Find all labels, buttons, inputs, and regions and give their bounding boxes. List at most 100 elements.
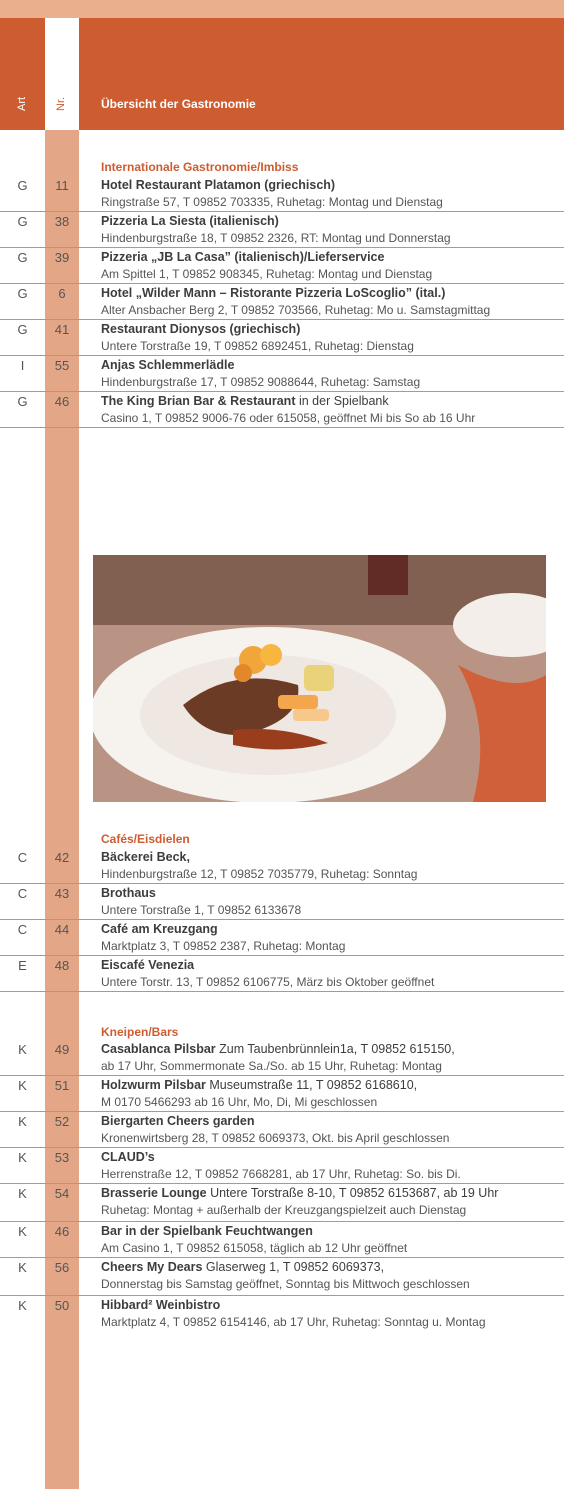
row-title-name: Bäckerei Beck, (101, 850, 190, 864)
row-divider (0, 427, 564, 428)
row-title: CLAUD’s (101, 1150, 155, 1164)
row-art: C (17, 886, 28, 901)
list-item: K 52 Biergarten Cheers garden Kronenwirt… (0, 1112, 564, 1148)
row-art: K (18, 1042, 27, 1057)
row-nr: 43 (54, 886, 70, 901)
row-art: G (17, 394, 28, 409)
row-nr: 52 (54, 1114, 70, 1129)
row-art: K (18, 1150, 27, 1165)
row-art: C (17, 850, 28, 865)
row-nr: 11 (55, 178, 69, 193)
row-detail: Am Casino 1, T 09852 615058, täglich ab … (101, 1241, 408, 1255)
row-nr: 44 (54, 922, 70, 937)
top-bar (0, 0, 564, 18)
row-title: Hotel Restaurant Platamon (griechisch) (101, 178, 335, 192)
list-item: G 11 Hotel Restaurant Platamon (griechis… (0, 176, 564, 212)
row-nr: 38 (54, 214, 70, 229)
row-title: Biergarten Cheers garden (101, 1114, 255, 1128)
row-detail: Kronenwirtsberg 28, T 09852 6069373, Okt… (101, 1131, 450, 1145)
row-title-name: Holzwurm Pilsbar (101, 1078, 206, 1092)
row-title-name: Hotel Restaurant Platamon (griechisch) (101, 178, 336, 192)
list-item: G 38 Pizzeria La Siesta (italienisch) Hi… (0, 212, 564, 248)
section-title-cafes: Cafés/Eisdielen (101, 832, 190, 846)
section-title-kneipen: Kneipen/Bars (101, 1025, 179, 1039)
row-detail: ab 17 Uhr, Sommermonate Sa./So. ab 15 Uh… (101, 1059, 442, 1073)
row-nr: 56 (54, 1260, 70, 1275)
row-title-extra: Untere Torstraße 8-10, T 09852 6153687, … (206, 1186, 499, 1200)
row-art: G (17, 214, 28, 229)
row-nr: 6 (58, 286, 66, 301)
row-title: Hotel „Wilder Mann – Ristorante Pizzeria… (101, 286, 445, 300)
food-photo (93, 555, 546, 802)
list-item: K 50 Hibbard² Weinbistro Marktplatz 4, T… (0, 1296, 564, 1334)
row-title-name: The King Brian Bar & Restaurant (101, 394, 296, 408)
row-art: K (18, 1078, 27, 1093)
row-title: Holzwurm Pilsbar Museumstraße 11, T 0985… (101, 1078, 417, 1092)
row-title: The King Brian Bar & Restaurant in der S… (101, 394, 389, 408)
list-item: E 48 Eiscafé Venezia Untere Torstr. 13, … (0, 956, 564, 992)
list-item: G 6 Hotel „Wilder Mann – Ristorante Pizz… (0, 284, 564, 320)
row-title-extra: Museumstraße 11, T 09852 6168610, (205, 1078, 418, 1092)
row-title-extra: Glaserweg 1, T 09852 6069373, (202, 1260, 385, 1274)
row-title: Eiscafé Venezia (101, 958, 194, 972)
list-item: C 42 Bäckerei Beck, Hindenburgstraße 12,… (0, 848, 564, 884)
row-detail: Hindenburgstraße 12, T 09852 7035779, Ru… (101, 867, 418, 881)
list-item: G 46 The King Brian Bar & Restaurant in … (0, 392, 564, 428)
row-divider (0, 991, 564, 992)
row-title-name: Casablanca Pilsbar (101, 1042, 216, 1056)
row-art: I (20, 358, 25, 373)
list-item: K 56 Cheers My Dears Glaserweg 1, T 0985… (0, 1258, 564, 1296)
row-nr: 54 (54, 1186, 70, 1201)
row-detail: Hindenburgstraße 18, T 09852 2326, RT: M… (101, 231, 451, 245)
row-title: Brasserie Lounge Untere Torstraße 8-10, … (101, 1186, 498, 1200)
row-detail: Ruhetag: Montag + außerhalb der Kreuzgan… (101, 1203, 467, 1217)
section-title-international: Internationale Gastronomie/Imbiss (101, 160, 299, 174)
row-detail: Herrenstraße 12, T 09852 7668281, ab 17 … (101, 1167, 461, 1181)
row-nr: 50 (54, 1298, 70, 1313)
row-art: K (18, 1186, 27, 1201)
row-art: K (18, 1298, 27, 1313)
column-label-art: Art (16, 96, 28, 111)
row-title-name: Restaurant Dionysos (griechisch) (101, 322, 301, 336)
list-item: C 43 Brothaus Untere Torstraße 1, T 0985… (0, 884, 564, 920)
row-art: G (17, 178, 28, 193)
list-item: G 39 Pizzeria „JB La Casa” (italienisch)… (0, 248, 564, 284)
header-band (0, 18, 564, 130)
row-title-name: Pizzeria La Siesta (italienisch) (101, 214, 279, 228)
row-title-name: Hotel „Wilder Mann – Ristorante Pizzeria… (101, 286, 446, 300)
row-art: G (17, 250, 28, 265)
row-title: Brothaus (101, 886, 156, 900)
row-title: Pizzeria La Siesta (italienisch) (101, 214, 279, 228)
list-item: K 54 Brasserie Lounge Untere Torstraße 8… (0, 1184, 564, 1222)
row-title: Hibbard² Weinbistro (101, 1298, 220, 1312)
row-art: G (17, 322, 28, 337)
row-title: Bar in der Spielbank Feuchtwangen (101, 1224, 313, 1238)
row-title-name: Café am Kreuzgang (101, 922, 218, 936)
row-art: G (17, 286, 28, 301)
row-art: K (18, 1114, 27, 1129)
row-detail: Ringstraße 57, T 09852 703335, Ruhetag: … (101, 195, 443, 209)
row-detail: Am Spittel 1, T 09852 908345, Ruhetag: M… (101, 267, 433, 281)
page-title: Übersicht der Gastronomie (101, 97, 256, 111)
row-detail: Donnerstag bis Samstag geöffnet, Sonntag… (101, 1277, 470, 1291)
row-nr: 51 (54, 1078, 70, 1093)
row-nr: 53 (54, 1150, 70, 1165)
row-detail: Marktplatz 3, T 09852 2387, Ruhetag: Mon… (101, 939, 346, 953)
row-art: K (18, 1224, 27, 1239)
row-art: C (17, 922, 28, 937)
list-item: G 41 Restaurant Dionysos (griechisch) Un… (0, 320, 564, 356)
row-nr: 49 (54, 1042, 70, 1057)
row-title-extra: in der Spielbank (295, 394, 389, 408)
row-title-name: Eiscafé Venezia (101, 958, 195, 972)
list-item: K 49 Casablanca Pilsbar Zum Taubenbrünnl… (0, 1040, 564, 1076)
row-detail: Casino 1, T 09852 9006-76 oder 615058, g… (101, 411, 476, 425)
row-title-name: Anjas Schlemmerlädle (101, 358, 235, 372)
row-nr: 42 (54, 850, 70, 865)
row-detail: M 0170 5466293 ab 16 Uhr, Mo, Di, Mi ges… (101, 1095, 378, 1109)
row-title: Casablanca Pilsbar Zum Taubenbrünnlein1a… (101, 1042, 455, 1056)
row-title-name: Brasserie Lounge (101, 1186, 207, 1200)
row-title-name: Brothaus (101, 886, 156, 900)
row-title-name: Pizzeria „JB La Casa” (italienisch)/Lief… (101, 250, 385, 264)
list-item: K 46 Bar in der Spielbank Feuchtwangen A… (0, 1222, 564, 1258)
food-photo-illustration (93, 555, 546, 802)
